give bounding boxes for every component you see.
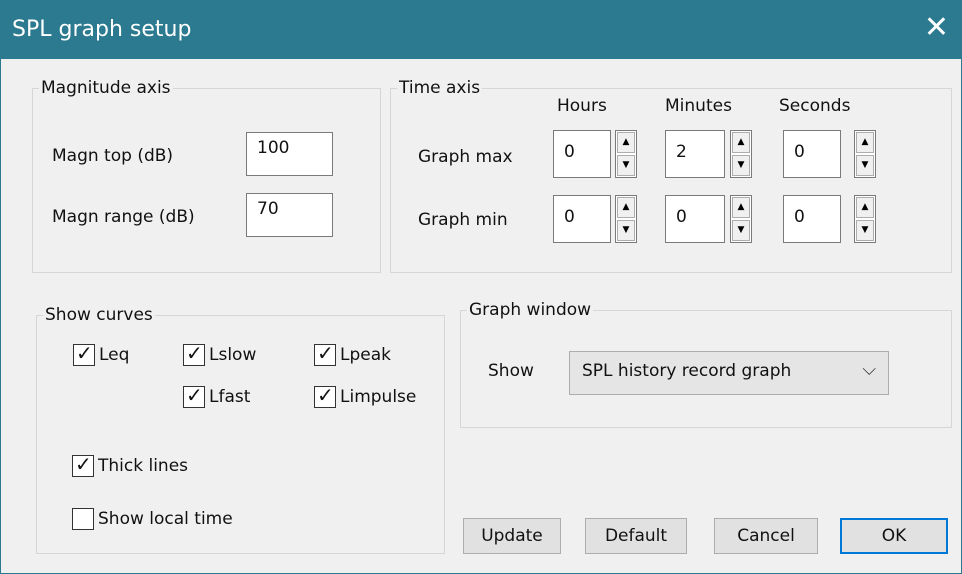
graph-max-hours-spinner[interactable]: ▲ ▼ (615, 130, 637, 178)
spin-down-icon[interactable]: ▼ (856, 220, 874, 241)
magnitude-axis-legend: Magnitude axis (41, 78, 171, 98)
graph-type-selected: SPL history record graph (582, 361, 792, 381)
graph-max-seconds-input[interactable]: 0 (783, 130, 841, 178)
magn-top-label: Magn top (dB) (52, 146, 174, 166)
graph-max-minutes-input[interactable]: 2 (665, 130, 725, 178)
check-icon: ✓ (75, 452, 92, 476)
cancel-button[interactable]: Cancel (714, 518, 818, 554)
lfast-label[interactable]: Lfast (209, 387, 250, 407)
chevron-down-icon: ⌵ (862, 359, 876, 380)
limpulse-label[interactable]: Limpulse (340, 387, 416, 407)
show-local-time-label[interactable]: Show local time (98, 509, 233, 529)
graph-max-hours-input[interactable]: 0 (553, 130, 611, 178)
spin-up-icon[interactable]: ▲ (732, 132, 750, 153)
spin-up-icon[interactable]: ▲ (617, 132, 635, 153)
spin-down-icon[interactable]: ▼ (617, 155, 635, 176)
leq-checkbox[interactable]: ✓ (73, 341, 95, 366)
window-title: SPL graph setup (12, 17, 192, 42)
title-bar: SPL graph setup ✕ (1, 1, 961, 59)
graph-min-minutes-spinner[interactable]: ▲ ▼ (730, 195, 752, 243)
thick-lines-checkbox[interactable]: ✓ (72, 452, 94, 477)
default-button[interactable]: Default (585, 518, 687, 554)
lslow-checkbox[interactable]: ✓ (183, 341, 205, 366)
spin-down-icon[interactable]: ▼ (617, 220, 635, 241)
magn-range-input[interactable]: 70 (246, 193, 333, 237)
spin-down-icon[interactable]: ▼ (732, 220, 750, 241)
thick-lines-label[interactable]: Thick lines (98, 456, 188, 476)
check-icon: ✓ (186, 383, 203, 407)
magn-range-label: Magn range (dB) (52, 207, 195, 227)
check-icon: ✓ (317, 341, 334, 365)
time-axis-legend: Time axis (399, 78, 481, 98)
check-icon: ✓ (317, 383, 334, 407)
graph-type-dropdown[interactable]: SPL history record graph ⌵ (569, 351, 889, 395)
graph-min-label: Graph min (418, 210, 508, 230)
spl-graph-setup-dialog: SPL graph setup ✕ Magnitude axis Magn to… (0, 0, 962, 574)
graph-min-hours-spinner[interactable]: ▲ ▼ (615, 195, 637, 243)
show-local-time-checkbox[interactable] (72, 508, 94, 530)
leq-label[interactable]: Leq (99, 345, 129, 365)
show-curves-legend: Show curves (45, 305, 153, 325)
spin-up-icon[interactable]: ▲ (856, 197, 874, 218)
ok-button[interactable]: OK (840, 518, 948, 554)
show-label: Show (488, 361, 534, 381)
graph-min-hours-input[interactable]: 0 (553, 195, 611, 243)
magn-top-input[interactable]: 100 (246, 132, 333, 176)
graph-max-minutes-spinner[interactable]: ▲ ▼ (730, 130, 752, 178)
graph-min-minutes-input[interactable]: 0 (665, 195, 725, 243)
graph-min-seconds-spinner[interactable]: ▲ ▼ (854, 195, 876, 243)
lslow-label[interactable]: Lslow (209, 345, 256, 365)
graph-min-seconds-input[interactable]: 0 (783, 195, 841, 243)
minutes-column-label: Minutes (665, 96, 732, 116)
graph-max-label: Graph max (418, 147, 513, 167)
spin-down-icon[interactable]: ▼ (856, 155, 874, 176)
seconds-column-label: Seconds (779, 96, 851, 116)
graph-window-legend: Graph window (469, 300, 592, 320)
spin-up-icon[interactable]: ▲ (856, 132, 874, 153)
spin-up-icon[interactable]: ▲ (617, 197, 635, 218)
spin-down-icon[interactable]: ▼ (732, 155, 750, 176)
spin-up-icon[interactable]: ▲ (732, 197, 750, 218)
graph-max-seconds-spinner[interactable]: ▲ ▼ (854, 130, 876, 178)
hours-column-label: Hours (557, 96, 607, 116)
check-icon: ✓ (186, 341, 203, 365)
limpulse-checkbox[interactable]: ✓ (314, 383, 336, 408)
lfast-checkbox[interactable]: ✓ (183, 383, 205, 408)
lpeak-checkbox[interactable]: ✓ (314, 341, 336, 366)
update-button[interactable]: Update (463, 518, 561, 554)
close-icon[interactable]: ✕ (924, 13, 949, 43)
lpeak-label[interactable]: Lpeak (340, 345, 391, 365)
check-icon: ✓ (76, 341, 93, 365)
